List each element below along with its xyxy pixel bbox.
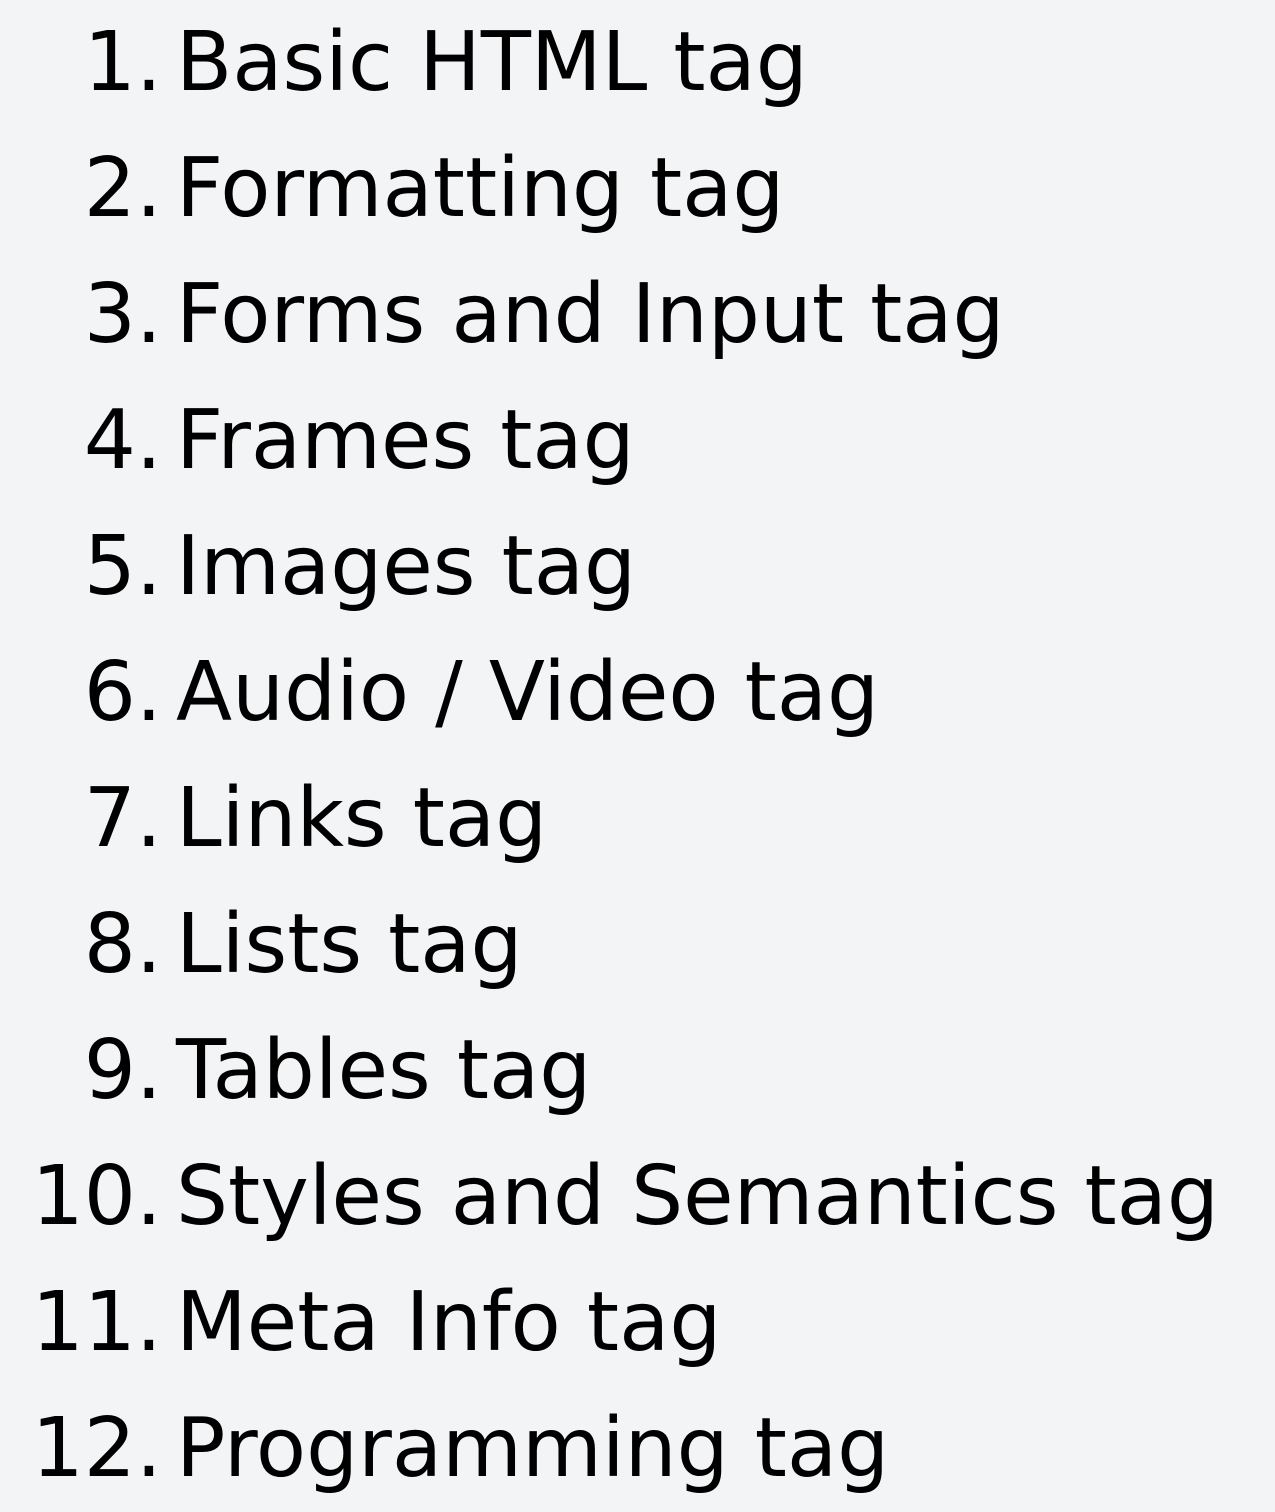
- list-item: 7. Links tag: [0, 756, 1275, 882]
- list-item-label: Images tag: [176, 519, 637, 614]
- list-item-label: Lists tag: [176, 897, 523, 992]
- list-item-number: 8.: [83, 897, 162, 992]
- list-item: 10. Styles and Semantics tag: [0, 1134, 1275, 1260]
- list-item-number: 3.: [83, 267, 162, 362]
- list-item-number: 2.: [83, 141, 162, 236]
- list-item: 3. Forms and Input tag: [0, 252, 1275, 378]
- list-item: 5. Images tag: [0, 504, 1275, 630]
- list-item-label: Links tag: [176, 771, 548, 866]
- list-item-label: Styles and Semantics tag: [176, 1149, 1219, 1244]
- list-item-number: 12.: [31, 1401, 162, 1496]
- document-page: 1. Basic HTML tag 2. Formatting tag 3. F…: [0, 0, 1275, 1490]
- list-item: 9. Tables tag: [0, 1008, 1275, 1134]
- list-item-label: Forms and Input tag: [176, 267, 1005, 362]
- list-item-number: 7.: [83, 771, 162, 866]
- list-item: 2. Formatting tag: [0, 126, 1275, 252]
- list-item-label: Tables tag: [176, 1023, 592, 1118]
- list-item-number: 1.: [83, 15, 162, 110]
- list-item-label: Audio / Video tag: [176, 645, 880, 740]
- list-item-number: 4.: [83, 393, 162, 488]
- list-item: 1. Basic HTML tag: [0, 0, 1275, 126]
- list-item-label: Programming tag: [176, 1401, 890, 1496]
- list-item-label: Formatting tag: [176, 141, 785, 236]
- list-item-label: Frames tag: [176, 393, 635, 488]
- list-item-number: 10.: [31, 1149, 162, 1244]
- list-item: 12. Programming tag: [0, 1386, 1275, 1512]
- list-item: 11. Meta Info tag: [0, 1260, 1275, 1386]
- list-item-number: 5.: [83, 519, 162, 614]
- html-tag-categories-list: 1. Basic HTML tag 2. Formatting tag 3. F…: [0, 0, 1275, 1512]
- list-item-number: 9.: [83, 1023, 162, 1118]
- list-item: 8. Lists tag: [0, 882, 1275, 1008]
- list-item-number: 11.: [31, 1275, 162, 1370]
- list-item-label: Meta Info tag: [176, 1275, 722, 1370]
- list-item-label: Basic HTML tag: [176, 15, 808, 110]
- list-item-number: 6.: [83, 645, 162, 740]
- list-item: 6. Audio / Video tag: [0, 630, 1275, 756]
- list-item: 4. Frames tag: [0, 378, 1275, 504]
